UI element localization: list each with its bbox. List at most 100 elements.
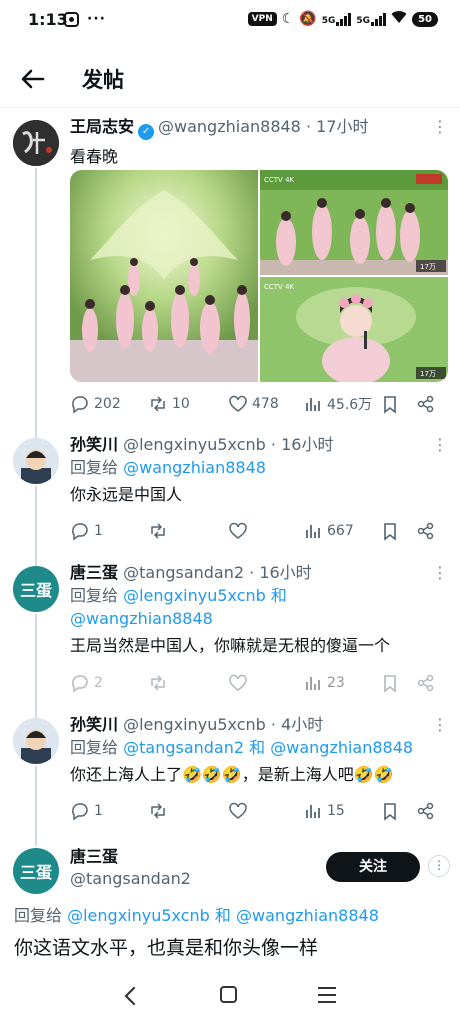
reply-prefix: 回复给 bbox=[70, 738, 119, 757]
status-time: 1:13 bbox=[28, 10, 68, 29]
repost-button[interactable] bbox=[148, 801, 168, 821]
reply-prefix: 回复给 bbox=[14, 906, 63, 925]
calligraphy-avatar-icon bbox=[13, 120, 59, 166]
follow-button[interactable]: 关注 bbox=[326, 852, 420, 882]
reply-context: 回复给 @lengxinyu5xcnb 和 @wangzhian8848 bbox=[14, 904, 379, 927]
nav-home-icon[interactable] bbox=[220, 986, 237, 1003]
media-image-singer[interactable]: CCTV 4K 17万 bbox=[260, 277, 448, 382]
reply-icon bbox=[72, 675, 88, 693]
handle[interactable]: @lengxinyu5xcnb bbox=[123, 435, 266, 454]
views-button[interactable]: 667 bbox=[303, 521, 354, 541]
handle[interactable]: @wangzhian8848 bbox=[158, 117, 301, 136]
avatar[interactable]: 三蛋 bbox=[13, 848, 59, 894]
reply-mention[interactable]: @tangsandan2 bbox=[123, 738, 244, 757]
reply-mention-2[interactable]: @wangzhian8848 bbox=[270, 738, 413, 757]
bookmark-icon bbox=[384, 396, 396, 414]
reply-mention[interactable]: @wangzhian8848 bbox=[123, 458, 266, 477]
media-grid[interactable]: CCTV 4K 17万 CCTV 4K 17万 bbox=[70, 170, 448, 382]
heart-icon bbox=[229, 522, 247, 539]
media-image-stage[interactable] bbox=[70, 170, 258, 382]
status-right: VPN ☾ 🔕 5G 5G 50 bbox=[247, 10, 438, 28]
post-header: 孙笑川 @lengxinyu5xcnb · 16小时 bbox=[70, 435, 334, 454]
repost-button[interactable] bbox=[148, 673, 168, 693]
vpn-badge: VPN bbox=[247, 12, 277, 26]
page-header: 发帖 bbox=[0, 52, 460, 108]
repost-button[interactable]: 10 bbox=[148, 394, 190, 414]
reply-button[interactable]: 202 bbox=[70, 394, 121, 414]
share-button[interactable] bbox=[416, 673, 436, 693]
reply-mention-2[interactable]: @wangzhian8848 bbox=[236, 906, 379, 925]
signal-1-label: 5G bbox=[321, 15, 336, 26]
reply-mention[interactable]: @lengxinyu5xcnb bbox=[67, 906, 210, 925]
avatar[interactable] bbox=[13, 438, 59, 484]
back-arrow-icon[interactable] bbox=[18, 64, 48, 94]
bookmark-icon bbox=[384, 803, 396, 821]
share-button[interactable] bbox=[416, 394, 436, 414]
signal-1: 5G bbox=[321, 12, 352, 26]
more-notifications-icon: ··· bbox=[87, 11, 106, 27]
share-icon bbox=[417, 522, 434, 540]
bookmark-button[interactable] bbox=[380, 673, 400, 693]
bookmark-button[interactable] bbox=[380, 394, 400, 414]
avatar[interactable] bbox=[13, 718, 59, 764]
reply-and: 和 bbox=[249, 738, 266, 757]
signal-2-label: 5G bbox=[356, 15, 371, 26]
display-name[interactable]: 王局志安 bbox=[70, 117, 134, 136]
reply-count: 1 bbox=[94, 523, 103, 539]
repost-button[interactable] bbox=[148, 521, 168, 541]
like-button[interactable] bbox=[228, 521, 248, 541]
bookmark-icon bbox=[384, 675, 396, 693]
post-text: 你永远是中国人 bbox=[70, 485, 183, 504]
post-time: 16小时 bbox=[259, 563, 312, 582]
display-name[interactable]: 唐三蛋 bbox=[70, 563, 118, 582]
share-button[interactable] bbox=[416, 521, 436, 541]
handle[interactable]: @tangsandan2 bbox=[123, 563, 244, 582]
reply-button[interactable]: 1 bbox=[70, 801, 103, 821]
reply-count: 2 bbox=[94, 675, 103, 691]
nav-back-icon[interactable] bbox=[120, 984, 140, 1008]
cartoon-avatar-icon bbox=[13, 718, 59, 764]
share-icon bbox=[417, 395, 434, 413]
like-button[interactable] bbox=[228, 673, 248, 693]
reply-button[interactable]: 1 bbox=[70, 521, 103, 541]
views-button[interactable]: 15 bbox=[303, 801, 345, 821]
views-icon bbox=[306, 677, 320, 690]
reply-button[interactable]: 2 bbox=[70, 673, 103, 693]
post-time: 4小时 bbox=[281, 715, 324, 734]
post-header: 王局志安 ✓ @wangzhian8848 · 17小时 bbox=[70, 116, 446, 140]
reply-mention-2[interactable]: @wangzhian8848 bbox=[70, 609, 213, 628]
views-button[interactable]: 45.6万 bbox=[303, 394, 372, 414]
views-button[interactable]: 23 bbox=[303, 673, 345, 693]
post-actions: 1 667 bbox=[70, 521, 446, 545]
post-text: 你这语文水平，也真是和你头像一样 bbox=[14, 937, 319, 959]
avatar[interactable] bbox=[13, 120, 59, 166]
display-name[interactable]: 孙笑川 bbox=[70, 715, 118, 734]
view-count: 45.6万 bbox=[327, 397, 373, 413]
reply-prefix: 回复给 bbox=[70, 458, 119, 477]
reply-context: 回复给 @lengxinyu5xcnb 和 @wangzhian8848 bbox=[70, 584, 446, 630]
handle[interactable]: @lengxinyu5xcnb bbox=[123, 715, 266, 734]
nav-menu-icon[interactable] bbox=[318, 987, 336, 1003]
tr-badge: 17万 bbox=[420, 263, 436, 271]
share-button[interactable] bbox=[416, 801, 436, 821]
reply-mention[interactable]: @lengxinyu5xcnb bbox=[123, 586, 266, 605]
avatar[interactable]: 三蛋 bbox=[13, 566, 59, 612]
reply-count: 202 bbox=[94, 396, 121, 412]
bookmark-button[interactable] bbox=[380, 801, 400, 821]
like-button[interactable]: 478 bbox=[228, 394, 279, 414]
heart-icon bbox=[229, 802, 247, 819]
media-image-group[interactable]: CCTV 4K 17万 bbox=[260, 170, 448, 275]
repost-count: 10 bbox=[172, 396, 190, 412]
br-logo: CCTV 4K bbox=[264, 283, 295, 291]
status-left-icons: ··· bbox=[64, 11, 106, 27]
like-button[interactable] bbox=[228, 801, 248, 821]
page-title: 发帖 bbox=[82, 68, 124, 92]
reply-count: 1 bbox=[94, 803, 103, 819]
display-name[interactable]: 孙笑川 bbox=[70, 435, 118, 454]
more-options-icon[interactable]: ⋮ bbox=[428, 855, 450, 877]
bookmark-button[interactable] bbox=[380, 521, 400, 541]
view-count: 15 bbox=[327, 803, 345, 819]
reply-icon bbox=[72, 396, 88, 414]
reply-and: 和 bbox=[270, 586, 287, 605]
verified-badge-icon: ✓ bbox=[138, 124, 155, 140]
